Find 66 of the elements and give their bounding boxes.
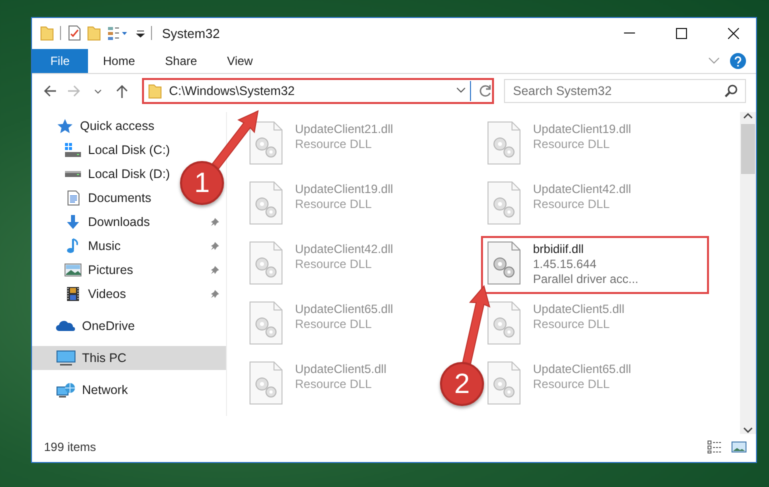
cloud-icon bbox=[56, 318, 76, 334]
network-icon bbox=[56, 382, 76, 398]
details-view-icon bbox=[707, 440, 723, 454]
nav-item[interactable]: This PC bbox=[32, 346, 226, 370]
search-field[interactable]: Search System32 bbox=[504, 79, 746, 103]
close-icon bbox=[728, 28, 738, 38]
file-detail: Resource DLL bbox=[533, 197, 611, 212]
file-detail: Resource DLL bbox=[295, 377, 373, 392]
details-view-button[interactable] bbox=[706, 439, 724, 455]
file-detail: Resource DLL bbox=[533, 377, 611, 392]
question-mark-icon bbox=[734, 56, 742, 66]
file-detail: Resource DLL bbox=[533, 317, 611, 332]
file-detail: Resource DLL bbox=[295, 197, 373, 212]
chevron-down-icon bbox=[94, 88, 102, 94]
picture-icon bbox=[64, 262, 82, 278]
large-icons-view-icon bbox=[731, 440, 747, 454]
properties-icon bbox=[67, 25, 81, 41]
drive-icon bbox=[64, 170, 82, 178]
file-menu-button[interactable]: File bbox=[32, 49, 88, 73]
minimize-icon bbox=[624, 32, 634, 34]
folder-icon bbox=[148, 83, 162, 99]
refresh-icon bbox=[478, 84, 492, 98]
download-icon bbox=[64, 214, 82, 230]
forward-icon bbox=[66, 83, 82, 99]
chevron-up-icon bbox=[743, 112, 753, 120]
file-name[interactable]: brbidiif.dll bbox=[533, 242, 638, 257]
file-detail: 1.45.15.644 bbox=[533, 257, 598, 272]
window-title: System32 bbox=[162, 26, 221, 40]
nav-item[interactable]: Local Disk (D:) bbox=[32, 162, 172, 186]
chevron-down-icon bbox=[708, 57, 720, 65]
file-detail: Resource DLL bbox=[295, 137, 373, 152]
item-count: 199 items bbox=[44, 440, 96, 454]
scroll-thumb[interactable] bbox=[741, 124, 755, 174]
nav-item[interactable]: Videos bbox=[32, 282, 128, 306]
nav-item[interactable]: Network bbox=[32, 378, 130, 402]
monitor-icon bbox=[56, 350, 76, 366]
search-icon bbox=[724, 84, 738, 98]
film-icon bbox=[64, 286, 82, 302]
maximize-icon bbox=[676, 28, 686, 38]
nav-item[interactable]: Downloads bbox=[32, 210, 152, 234]
drive-icon bbox=[64, 142, 82, 158]
ribbon-tab[interactable]: Home bbox=[88, 49, 150, 73]
nav-item[interactable]: Music bbox=[32, 234, 123, 258]
ribbon-tab[interactable]: Share bbox=[150, 49, 212, 73]
file-detail: Resource DLL bbox=[295, 257, 373, 272]
file-detail: Resource DLL bbox=[295, 317, 373, 332]
new-folder-icon bbox=[87, 25, 101, 41]
tiles-view-button[interactable] bbox=[730, 439, 748, 455]
nav-item[interactable]: Local Disk (C:) bbox=[32, 138, 172, 162]
chevron-down-icon bbox=[743, 426, 753, 434]
view-icon bbox=[107, 25, 129, 41]
help-icon[interactable] bbox=[730, 53, 746, 69]
up-icon bbox=[114, 83, 130, 99]
ribbon-tab[interactable]: View bbox=[212, 49, 268, 73]
file-detail: Parallel driver acc... bbox=[533, 272, 638, 287]
folder-icon bbox=[40, 25, 54, 41]
file-detail: Resource DLL bbox=[533, 137, 611, 152]
nav-item[interactable]: OneDrive bbox=[32, 314, 137, 338]
nav-item[interactable]: Quick access bbox=[32, 114, 156, 138]
address-bar[interactable]: C:\Windows\System32 bbox=[142, 78, 494, 104]
chevron-down-icon bbox=[456, 87, 466, 95]
star-icon bbox=[56, 118, 74, 134]
back-icon bbox=[42, 83, 58, 99]
nav-item[interactable]: Documents bbox=[32, 186, 154, 210]
scrollbar[interactable] bbox=[740, 112, 756, 434]
nav-item[interactable]: Pictures bbox=[32, 258, 136, 282]
